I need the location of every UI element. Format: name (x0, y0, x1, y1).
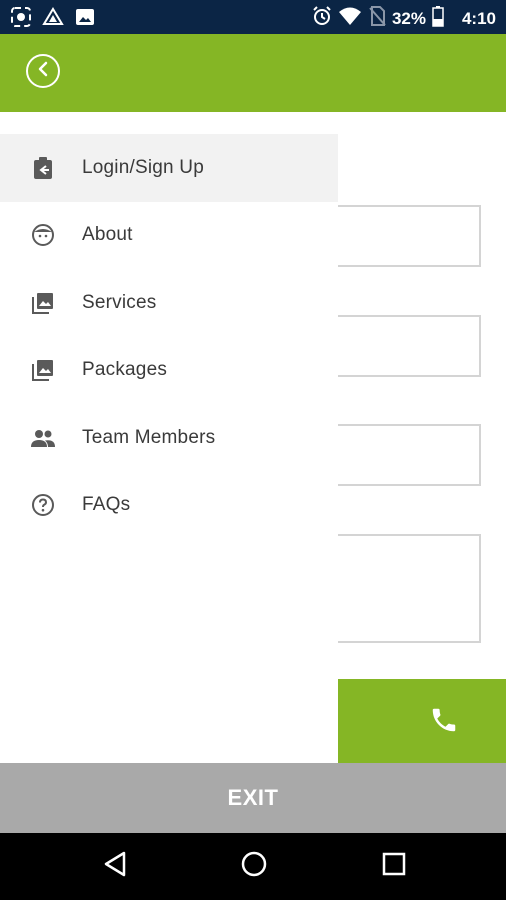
system-nav-bar (0, 833, 506, 900)
app-bar (0, 34, 506, 112)
battery-icon (432, 5, 444, 32)
people-icon (30, 425, 56, 451)
clock: 4:10 (461, 8, 496, 28)
call-button[interactable] (338, 679, 506, 763)
nav-home-button[interactable] (239, 851, 269, 881)
image-icon (74, 6, 96, 33)
wifi-icon (338, 6, 362, 31)
face-icon (30, 222, 56, 248)
nav-back-icon (102, 850, 128, 883)
drawer-item-team-members[interactable]: Team Members (0, 404, 338, 472)
help-circle-icon (30, 492, 56, 518)
drawer-item-services[interactable]: Services (0, 269, 338, 337)
nav-home-icon (240, 850, 268, 883)
drive-icon (42, 6, 64, 33)
drawer-menu: Login/Sign Up About Services Packages Te… (0, 134, 338, 539)
photo-library-icon (30, 290, 56, 316)
navigation-drawer: Login/Sign Up About Services Packages Te… (0, 112, 338, 763)
nav-recents-button[interactable] (379, 851, 409, 881)
drawer-item-about[interactable]: About (0, 202, 338, 270)
drawer-item-packages[interactable]: Packages (0, 337, 338, 405)
drawer-item-label: FAQs (82, 494, 131, 516)
drawer-item-faqs[interactable]: FAQs (0, 472, 338, 540)
nav-recents-icon (381, 851, 407, 882)
battery-text: 32% (391, 8, 426, 28)
login-clipboard-icon (30, 155, 56, 181)
phone-icon (429, 705, 459, 740)
drawer-item-label: Services (82, 291, 157, 313)
no-sim-icon (368, 5, 386, 32)
exit-label: EXIT (227, 785, 279, 810)
alarm-icon (312, 5, 332, 32)
status-right-icons: 32% 4:10 (312, 5, 496, 32)
drawer-item-label: Packages (82, 359, 168, 381)
status-bar: 32% 4:10 (0, 0, 506, 34)
status-left-icons (10, 6, 96, 33)
back-circle-icon (36, 61, 50, 82)
back-button[interactable] (26, 54, 60, 88)
nav-back-button[interactable] (100, 851, 130, 881)
drawer-item-label: About (82, 224, 133, 246)
photo-library-icon (30, 357, 56, 383)
drawer-item-label: Team Members (82, 426, 216, 448)
drawer-item-login-signup[interactable]: Login/Sign Up (0, 134, 338, 202)
exit-button[interactable]: EXIT (0, 763, 506, 833)
drawer-item-label: Login/Sign Up (82, 156, 204, 178)
screen-record-icon (10, 6, 32, 33)
